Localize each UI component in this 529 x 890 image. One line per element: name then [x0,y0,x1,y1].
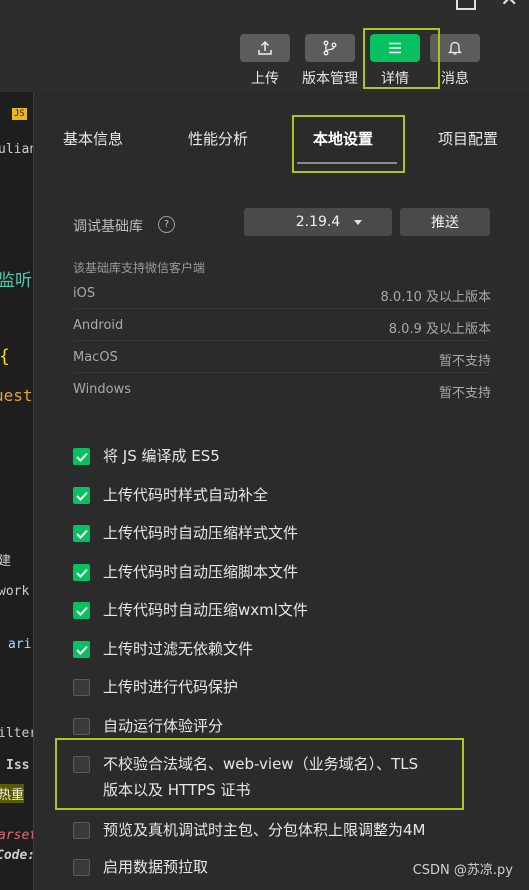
version-manage-label: 版本管理 [302,71,358,87]
code-fragment: 监听 [0,271,32,291]
checkbox-unchecked[interactable] [73,718,90,735]
option-label: 上传代码时自动压缩wxml文件 [103,597,308,623]
platform-name: Windows [73,382,132,397]
code-fragment: arset [0,828,33,843]
option-row[interactable]: 上传时进行代码保护 [73,678,238,700]
checkbox-checked[interactable] [73,487,90,504]
option-row[interactable]: 上传代码时样式自动补全 [73,486,268,508]
platform-version: 暂不支持 [438,354,491,369]
maximize-icon[interactable] [456,0,476,10]
option-label-line: 自动运行体验评分 [103,717,224,735]
watermark: CSDN @苏凉.py [412,863,513,878]
upload-button[interactable]: 上传 [240,34,290,88]
platform-name: MacOS [73,350,118,365]
option-label-line: 上传代码时自动压缩样式文件 [103,524,299,542]
check-icon [75,645,88,655]
debug-lib-label: 调试基础库 [73,219,143,235]
option-label: 上传代码时自动压缩脚本文件 [103,559,298,585]
code-fragment: Iss [6,758,30,773]
code-fragment: 建 [0,554,12,569]
row-separator [73,340,491,341]
toolbar: ✕ 上传 版本管理 详情 消息 [0,0,529,92]
chevron-down-icon [354,220,362,225]
option-label-line: 上传代码时样式自动补全 [103,486,269,504]
platform-name: iOS [73,286,96,301]
tab-performance[interactable]: 性能分析 [188,128,248,149]
option-row[interactable]: 启用数据预拉取 [73,858,208,880]
code-fragment: { [0,346,10,367]
branch-icon [305,34,355,62]
checkbox-checked[interactable] [73,525,90,542]
option-label: 上传时进行代码保护 [103,674,238,700]
option-row[interactable]: 自动运行体验评分 [73,717,223,739]
code-fragment: Code: [0,848,33,863]
option-label: 自动运行体验评分 [103,713,223,739]
checkbox-unchecked[interactable] [73,859,90,876]
option-label: 将 JS 编译成 ES5 [103,443,220,469]
option-label: 预览及真机调试时主包、分包体积上限调整为4M [103,817,426,843]
check-icon [75,491,88,501]
help-icon[interactable]: ? [158,216,175,233]
tab-project-config[interactable]: 项目配置 [438,128,498,149]
close-icon[interactable]: ✕ [500,0,518,11]
option-row[interactable]: 上传时过滤无依赖文件 [73,640,253,662]
option-label-line: 上传代码时自动压缩wxml文件 [103,601,308,619]
checkbox-unchecked[interactable] [73,822,90,839]
code-fragment: ari [8,637,32,652]
option-label-line: 预览及真机调试时主包、分包体积上限调整为4M [103,821,426,839]
push-button[interactable]: 推送 [400,208,490,236]
platform-name: Android [73,318,124,333]
option-label-line: 上传时进行代码保护 [103,678,239,696]
option-row[interactable]: 上传代码时自动压缩样式文件 [73,524,298,546]
code-fragment: ilter [0,726,33,741]
checkbox-checked[interactable] [73,564,90,581]
checkbox-checked[interactable] [73,602,90,619]
option-label-line: 上传代码时自动压缩脚本文件 [103,563,299,581]
option-label: 上传代码时自动压缩样式文件 [103,520,298,546]
details-highlight-box [363,28,440,89]
option-row[interactable]: 预览及真机调试时主包、分包体积上限调整为4M [73,821,426,843]
option-row[interactable]: 上传代码时自动压缩脚本文件 [73,563,298,585]
code-fragment: 热重 [0,784,25,803]
check-icon [75,529,88,539]
code-fragment: uest [0,386,33,405]
version-manage-button[interactable]: 版本管理 [302,34,358,88]
upload-icon [240,34,290,62]
local-settings-highlight-box [292,115,405,173]
row-separator [73,308,491,309]
code-fragment: uliano [0,142,33,157]
platform-version: 8.0.9 及以上版本 [388,322,491,337]
tab-basic-info[interactable]: 基本信息 [63,128,123,149]
row-separator [73,372,491,373]
platform-version: 暂不支持 [438,386,491,401]
debug-lib-version-select[interactable]: 2.19.4 [244,208,392,236]
option-label: 启用数据预拉取 [103,854,208,880]
domain-check-highlight-box [55,738,464,810]
platform-version: 8.0.10 及以上版本 [380,290,491,305]
debug-lib-version: 2.19.4 [295,214,341,230]
option-label: 上传代码时样式自动补全 [103,482,268,508]
checkbox-checked[interactable] [73,641,90,658]
option-row[interactable]: 将 JS 编译成 ES5 [73,447,220,469]
check-icon [75,568,88,578]
option-label-line: 启用数据预拉取 [103,858,209,876]
option-row[interactable]: 上传代码时自动压缩wxml文件 [73,601,308,623]
support-note: 该基础库支持微信客户端 [73,261,206,275]
option-label: 上传时过滤无依赖文件 [103,636,253,662]
upload-label: 上传 [251,71,279,87]
check-icon [75,452,88,462]
checkbox-checked[interactable] [73,448,90,465]
code-fragment: work [0,584,30,599]
editor-strip: JS uliano 监听 { uest 建 work ari ilter Iss… [0,92,33,890]
check-icon [75,606,88,616]
js-file-icon: JS [12,108,27,120]
option-label-line: 将 JS 编译成 ES5 [103,447,220,465]
option-label-line: 上传时过滤无依赖文件 [103,640,254,658]
checkbox-unchecked[interactable] [73,679,90,696]
